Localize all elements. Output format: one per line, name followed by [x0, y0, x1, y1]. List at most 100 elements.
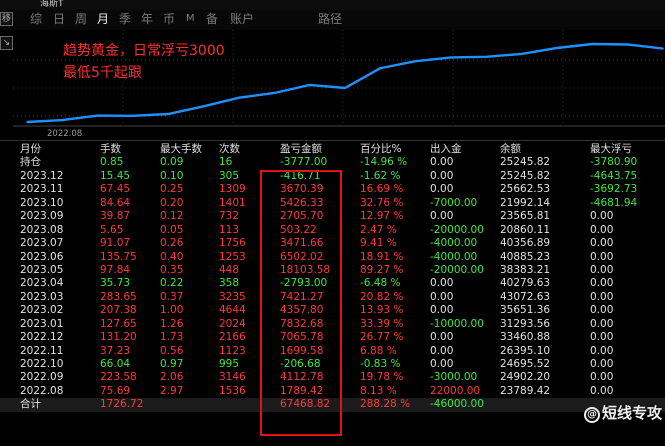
- cell-max-lots: 0.09: [160, 156, 184, 169]
- window-title: 海斯T: [40, 0, 64, 9]
- cell-percent: -0.83 %: [360, 358, 401, 370]
- cell-lots: 35.73: [100, 277, 131, 290]
- chart-point: [450, 56, 452, 59]
- tab-week[interactable]: 周: [75, 11, 87, 27]
- header-deposit[interactable]: 出入金: [430, 143, 462, 156]
- cell-balance: 33460.88: [500, 331, 551, 344]
- header-max-lots[interactable]: 最大手数: [160, 143, 202, 156]
- header-balance[interactable]: 余额: [500, 143, 521, 156]
- cell-balance: 24695.52: [500, 358, 551, 370]
- cell-lots: 0.85: [100, 156, 124, 169]
- tab-note[interactable]: 备: [206, 11, 218, 27]
- header-lots[interactable]: 手数: [100, 143, 121, 156]
- chart-point: [26, 121, 28, 123]
- cell-month: 2023.11: [20, 183, 64, 196]
- cell-balance: 23789.42: [500, 384, 551, 397]
- cell-percent: 26.77 %: [360, 331, 404, 344]
- cell-deposit: -4000.00: [430, 250, 478, 263]
- cell-max-drawdown: 0.00: [590, 223, 614, 236]
- cell-month: 2023.09: [20, 210, 64, 223]
- cell-deposit: -4000.00: [430, 237, 478, 250]
- cell-max-drawdown: 0.00: [590, 277, 614, 290]
- cell-max-lots: 1.26: [160, 317, 184, 330]
- cell-month: 2022.12: [20, 331, 64, 344]
- cell-percent: 32.76 %: [360, 196, 404, 209]
- chart-point: [344, 87, 346, 89]
- chart-point: [520, 53, 523, 55]
- cell-lots: 207.38: [100, 304, 137, 317]
- chart-point: [96, 114, 99, 117]
- chart-point: [379, 67, 382, 69]
- table-header: 月份 手数 最大手数 次数 盈亏金额 百分比% 出入金 余额 最大浮亏: [0, 143, 665, 156]
- cell-max-drawdown: 0.00: [590, 371, 614, 384]
- cell-max-drawdown: 0.00: [590, 317, 614, 330]
- cell-balance: 24902.20: [500, 371, 551, 384]
- tab-quarter[interactable]: 季: [119, 11, 131, 27]
- chart-point: [626, 43, 629, 46]
- cell-deposit: 0.00: [430, 277, 454, 290]
- cell-balance: 31293.56: [500, 317, 551, 330]
- cell-count: 1123: [219, 344, 246, 357]
- cell-balance: 25662.53: [500, 183, 551, 196]
- cell-percent: 16.69 %: [360, 183, 404, 196]
- cell-balance: 20860.11: [500, 223, 551, 236]
- table-row[interactable]: 持仓 0.85 0.09 16 -3777.00 -14.96 % 0.00 25245.82…: [0, 156, 665, 169]
- cell-deposit: -10000.00: [430, 317, 484, 330]
- cell-percent: -1.62 %: [360, 169, 401, 182]
- header-percent[interactable]: 百分比%: [360, 143, 401, 156]
- chart-point: [202, 105, 205, 108]
- cell-count: 113: [219, 223, 240, 236]
- cell-deposit: 0.00: [430, 290, 454, 303]
- cell-percent: 89.27 %: [360, 263, 404, 276]
- header-count[interactable]: 次数: [219, 143, 240, 156]
- cell-max-lots: 2.06: [160, 371, 184, 384]
- watermark: @ 短线专攻: [584, 402, 662, 423]
- cell-percent: 9.41 %: [360, 237, 397, 250]
- cell-count: 1253: [219, 250, 246, 263]
- equity-chart: 2022.08 趋势黄金，日常浮亏3000 最低5千起跟: [13, 30, 665, 140]
- cell-month: 2022.11: [20, 344, 64, 357]
- watermark-text: 短线专攻: [602, 404, 663, 422]
- cell-lots: 5.65: [100, 223, 124, 236]
- chart-point: [414, 60, 417, 62]
- tab-path[interactable]: 路径: [318, 11, 342, 27]
- cell-count: 3146: [219, 371, 246, 384]
- chart-point: [61, 119, 64, 121]
- cell-max-lots: 0.56: [160, 344, 184, 357]
- tab-summary[interactable]: 综: [30, 11, 42, 27]
- tab-account[interactable]: 账户: [230, 11, 254, 27]
- watermark-at-icon: @: [584, 407, 600, 423]
- tab-currency[interactable]: 币: [163, 11, 175, 27]
- cell-balance: 38383.21: [500, 263, 551, 276]
- tab-m[interactable]: M: [186, 11, 195, 27]
- tab-year[interactable]: 年: [141, 11, 153, 27]
- cell-max-drawdown: -3692.73: [590, 183, 638, 196]
- cell-deposit: -7000.00: [430, 196, 478, 209]
- chart-point: [238, 96, 240, 99]
- header-max-drawdown[interactable]: 最大浮亏: [590, 143, 632, 156]
- title-bar: 海斯T: [0, 0, 665, 10]
- header-pnl[interactable]: 盈亏金额: [280, 143, 322, 156]
- cell-month: 2023.10: [20, 196, 64, 209]
- arrow-button[interactable]: ↘: [0, 36, 13, 50]
- cell-month: 2023.05: [20, 263, 64, 276]
- header-month[interactable]: 月份: [20, 143, 41, 156]
- tab-day[interactable]: 日: [53, 11, 65, 27]
- cell-lots: 39.87: [100, 210, 131, 223]
- annotation-line-1: 趋势黄金，日常浮亏3000: [63, 43, 225, 59]
- cell-max-drawdown: 0.00: [590, 358, 614, 370]
- cell-balance: 40356.89: [500, 237, 551, 250]
- cell-month: 2022.09: [20, 371, 64, 384]
- cell-deposit: 0.00: [430, 331, 454, 344]
- cell-max-lots: 0.12: [160, 210, 184, 223]
- cell-lots: 75.69: [100, 384, 131, 397]
- cell-count: 995: [219, 358, 240, 370]
- cell-month: 2023.04: [20, 277, 64, 290]
- chart-point: [308, 84, 311, 86]
- cell-month: 合计: [20, 398, 41, 411]
- cell-lots: 283.65: [100, 290, 137, 303]
- cell-pnl: -3777.00: [280, 156, 328, 169]
- move-button[interactable]: 移: [0, 12, 13, 26]
- tab-month[interactable]: 月: [97, 11, 109, 27]
- cell-month: 2023.07: [20, 237, 64, 250]
